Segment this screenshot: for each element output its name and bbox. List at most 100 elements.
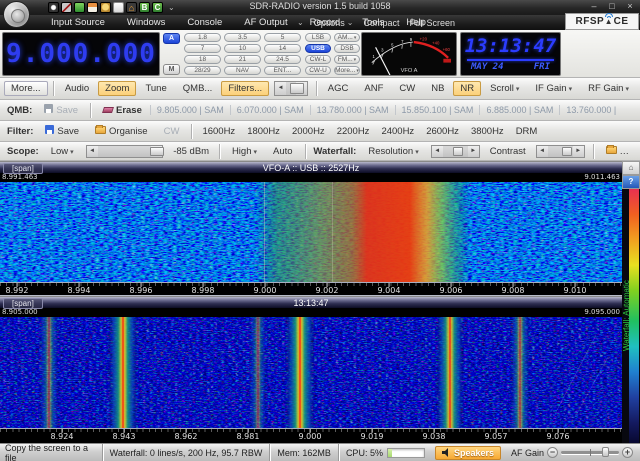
band-key[interactable]: 18 [184,55,221,64]
tune-button[interactable]: Tune [138,81,173,96]
menu-windows[interactable]: Windows [116,15,177,30]
filter-width-button[interactable]: 2600Hz [420,126,465,137]
main-spectrum-waterfall[interactable] [0,182,622,282]
scope-auto-button[interactable]: Auto [266,144,300,159]
resolution-slider[interactable]: ◄ ► [431,145,480,158]
cpu-usage: CPU: 5% [346,448,383,458]
frequency-display[interactable]: 9.000.000 [2,32,160,76]
zoom-slider[interactable]: ◄ ► [274,81,307,96]
band-key[interactable]: 24.5 [264,55,301,64]
arrow-left-icon[interactable]: ◄ [275,82,286,95]
close-button[interactable]: × [624,1,636,11]
help-button[interactable]: ? [622,175,640,189]
menu-compact[interactable]: Compact [363,18,399,28]
band-key[interactable]: 3.5 [224,33,261,42]
band-key[interactable]: 14 [264,44,301,53]
arrow-left-icon[interactable]: ◄ [537,146,548,157]
app-logo[interactable] [3,1,30,28]
vfo-m-button[interactable]: M [163,64,180,75]
zoom-button[interactable]: Zoom [98,81,136,96]
scope-low-dropdown[interactable]: Low▾ [44,144,81,159]
arrow-left-icon[interactable]: ◄ [87,146,98,157]
filter-width-button[interactable]: 2400Hz [375,126,420,137]
qmb-entry[interactable]: 13.780.000 | SAM [310,105,395,115]
nr-button[interactable]: NR [453,81,481,96]
scroll-dropdown[interactable]: Scroll▾ [483,81,526,96]
mode-more[interactable]: More...▾ [334,66,360,75]
qmb-erase-button[interactable]: Erase [96,103,149,118]
zoom-slider-thumb[interactable] [290,83,304,94]
arrow-left-icon[interactable]: ◄ [432,146,443,157]
audio-button[interactable]: Audio [58,81,96,96]
mode-dsb[interactable]: DSB [334,44,360,53]
menu-overflow-chevron-icon[interactable]: ⌄ [297,18,304,27]
mode-am[interactable]: AM...▾ [334,33,360,42]
anf-button[interactable]: ANF [357,81,390,96]
filter-width-button[interactable]: 2000Hz [286,126,331,137]
meter-scale-3: 3 [381,48,384,53]
contrast-slider[interactable]: ◄ ► [536,145,585,158]
arrow-right-icon[interactable]: ► [573,146,584,157]
qmb-entry[interactable]: 15.850.100 | SAM [395,105,480,115]
more-button[interactable]: More... [4,81,48,96]
filter-organise-button[interactable]: Organise [88,124,155,139]
band-key[interactable]: 1.8 [184,33,221,42]
vfo-a-button[interactable]: A [163,33,180,44]
filter-width-button[interactable]: 1600Hz [196,126,241,137]
filters-button[interactable]: Filters... [221,81,269,96]
menu-af-output[interactable]: AF Output [233,15,298,30]
cw-button[interactable]: CW [392,81,422,96]
waterfall-options-button[interactable]: … [599,144,637,159]
scope-low-thumb[interactable] [150,147,164,156]
band-key[interactable]: 10 [224,44,261,53]
mode-cw-u[interactable]: CW-U [305,66,331,75]
af-gain-slider[interactable] [561,451,619,454]
filter-save-button[interactable]: Save [38,123,86,139]
wide-waterfall[interactable] [0,317,622,428]
qmb-entry[interactable]: 6.885.000 | SAM [479,105,559,115]
enter-key[interactable]: ENT... [264,66,301,75]
band-key[interactable]: 21 [224,55,261,64]
af-gain-thumb[interactable] [602,447,609,457]
band-key[interactable]: 28/29 [184,66,221,75]
speakers-button[interactable]: Speakers [435,446,501,460]
qmb-entry[interactable]: 6.070.000 | SAM [230,105,310,115]
filter-width-button[interactable]: 2200Hz [331,126,376,137]
filter-drm-button[interactable]: DRM [510,126,544,137]
menu-input-source[interactable]: Input Source [40,15,116,30]
resolution-thumb[interactable] [453,147,463,156]
volume-down-button[interactable]: − [547,447,558,458]
menu-full-screen[interactable]: Full Screen [409,18,455,28]
qmb-save-button[interactable]: Save [37,102,85,118]
nb-button[interactable]: NB [424,81,451,96]
filter-cw-button[interactable]: CW [157,124,187,139]
band-key[interactable]: 7 [184,44,221,53]
minimize-button[interactable]: – [588,1,600,11]
spectrum-panel-header[interactable]: [span] VFO-A :: USB :: 2527Hz [0,161,622,173]
rf-gain-dropdown[interactable]: RF Gain▾ [581,81,636,96]
filter-width-button[interactable]: 1800Hz [241,126,286,137]
scope-high-dropdown[interactable]: High▾ [225,144,264,159]
maximize-button[interactable]: □ [606,1,618,11]
scope-low-slider[interactable]: ◄ ► [86,145,164,158]
dock-button[interactable]: ⌂ [622,161,640,175]
filter-width-button[interactable]: 3800Hz [465,126,510,137]
arrow-right-icon[interactable]: ► [468,146,479,157]
menu-console[interactable]: Console [176,15,233,30]
menu-options[interactable]: Options⌄ [314,18,354,28]
qmb-button[interactable]: QMB... [176,81,220,96]
contrast-thumb[interactable] [562,147,572,156]
qmb-entry[interactable]: 9.805.000 | SAM [150,105,230,115]
mode-fm[interactable]: FM...▾ [334,55,360,64]
nav-key[interactable]: NAV [224,66,261,75]
qmb-entry[interactable]: 13.760.000 | [559,105,622,115]
volume-up-button[interactable]: + [622,447,633,458]
mode-usb[interactable]: USB [305,44,331,53]
agc-button[interactable]: AGC [321,81,356,96]
mode-cw-l[interactable]: CW-L [305,55,331,64]
wide-waterfall-header[interactable]: [span] 13:13:47 [0,296,622,308]
if-gain-dropdown[interactable]: IF Gain▾ [528,81,579,96]
band-key[interactable]: 5 [264,33,301,42]
mode-lsb[interactable]: LSB [305,33,331,42]
resolution-dropdown[interactable]: Resolution▾ [361,144,425,159]
